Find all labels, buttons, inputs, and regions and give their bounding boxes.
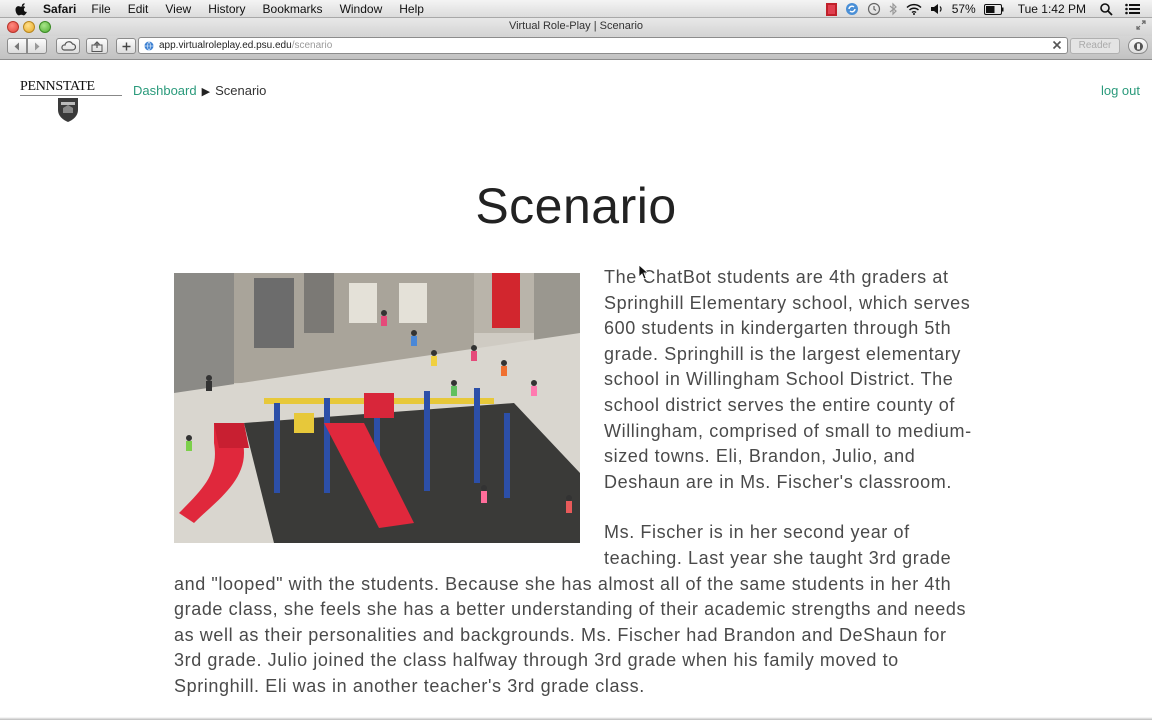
breadcrumb-dashboard-link[interactable]: Dashboard — [133, 83, 197, 98]
apple-logo-icon[interactable] — [15, 2, 29, 16]
window-title: Virtual Role-Play | Scenario — [508, 20, 644, 32]
url-path: /scenario — [291, 40, 333, 51]
reader-button[interactable]: Reader — [1070, 38, 1120, 54]
menu-edit[interactable]: Edit — [128, 0, 149, 18]
back-button[interactable] — [7, 38, 27, 54]
menu-bookmarks[interactable]: Bookmarks — [263, 0, 323, 18]
time-machine-icon[interactable] — [867, 0, 881, 18]
downloads-icon — [1133, 41, 1143, 51]
menu-file[interactable]: File — [91, 0, 110, 18]
playground-photo — [174, 273, 580, 543]
downloads-button[interactable] — [1128, 38, 1148, 54]
notification-center-icon[interactable] — [1125, 0, 1140, 18]
pennstate-shield-icon — [58, 98, 78, 122]
sync-icon[interactable] — [845, 0, 859, 18]
menu-help[interactable]: Help — [399, 0, 424, 18]
wifi-icon[interactable] — [906, 0, 922, 18]
scenario-content: The ChatBot students are 4th graders at … — [174, 265, 980, 720]
spotlight-search-icon[interactable] — [1100, 0, 1113, 18]
mouse-cursor-icon — [638, 264, 648, 280]
plus-icon — [122, 42, 130, 50]
back-arrow-icon — [14, 42, 19, 50]
breadcrumb: Dashboard ▶ Scenario — [133, 83, 266, 98]
new-tab-button[interactable] — [116, 38, 136, 54]
page-title: Scenario — [475, 178, 677, 234]
fullscreen-icon[interactable] — [1136, 20, 1146, 30]
menubar-status-area: 57% Tue 1:42 PM — [818, 0, 1152, 18]
recording-icon[interactable] — [825, 0, 837, 18]
menu-app-safari[interactable]: Safari — [43, 0, 76, 18]
menu-view[interactable]: View — [165, 0, 191, 18]
menu-window[interactable]: Window — [340, 0, 383, 18]
pennstate-logo-text: PENNSTATE — [20, 79, 95, 94]
forward-arrow-icon — [35, 42, 40, 50]
battery-icon[interactable] — [983, 0, 1004, 18]
battery-percent: 57% — [951, 2, 976, 16]
share-icon — [91, 40, 103, 52]
url-host: app.virtualroleplay.ed.psu.edu — [159, 40, 292, 51]
icloud-tabs-button[interactable] — [56, 38, 80, 54]
scenario-paragraph-2: Ms. Fischer is in her second year of tea… — [174, 522, 967, 696]
web-page: PENNSTATE Dashboard ▶ Scenario log out Sce… — [0, 61, 1152, 720]
bluetooth-icon[interactable] — [889, 0, 898, 18]
forward-button[interactable] — [27, 38, 47, 54]
url-text: app.virtualroleplay.ed.psu.edu/scenario — [159, 38, 332, 53]
logout-link[interactable]: log out — [1101, 83, 1140, 98]
mac-menubar: Safari File Edit View History Bookmarks … — [0, 0, 1152, 18]
volume-icon[interactable] — [930, 0, 944, 18]
breadcrumb-separator-icon: ▶ — [201, 86, 211, 98]
cloud-icon — [61, 41, 76, 51]
pennstate-logo[interactable]: PENNSTATE — [20, 79, 124, 125]
address-bar[interactable]: app.virtualroleplay.ed.psu.edu/scenario — [138, 37, 1068, 54]
menu-history[interactable]: History — [208, 0, 245, 18]
breadcrumb-current: Scenario — [215, 83, 267, 98]
stop-loading-icon[interactable] — [1051, 39, 1063, 51]
logo-rule — [20, 95, 122, 96]
globe-icon — [144, 41, 154, 51]
share-button[interactable] — [86, 38, 108, 54]
menubar-clock[interactable]: Tue 1:42 PM — [1018, 0, 1086, 18]
